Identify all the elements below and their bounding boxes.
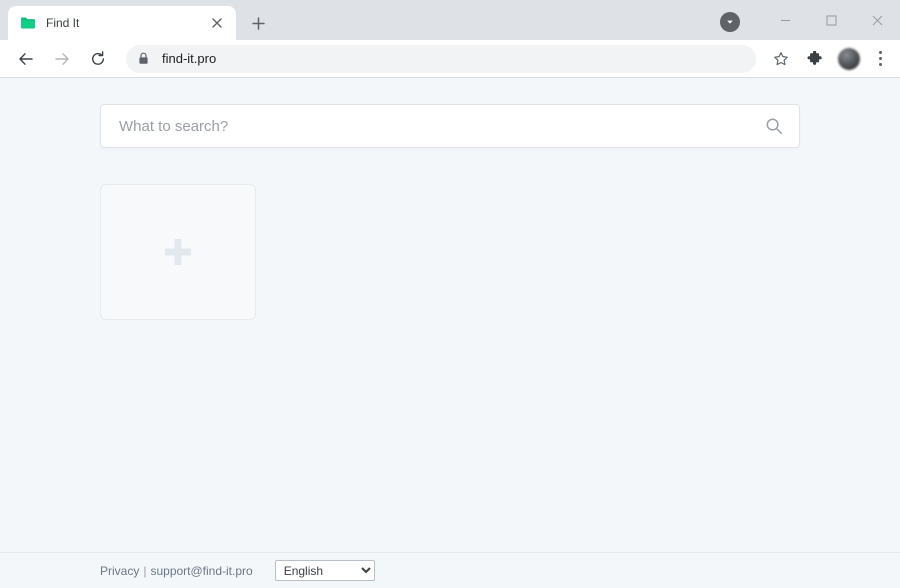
star-icon[interactable] [767,45,795,73]
footer-links: Privacy | support@find-it.pro [100,564,253,578]
three-dot-menu-icon[interactable] [868,45,892,73]
tab-strip: Find It [0,0,900,40]
browser-toolbar: find-it.pro [0,40,900,78]
language-select[interactable]: English [274,560,375,581]
page-footer: Privacy | support@find-it.pro English [0,552,900,588]
window-controls [720,0,900,40]
page-inner [0,78,900,320]
new-tab-button[interactable] [244,9,272,37]
tab-title: Find It [46,16,80,30]
reload-arrow-icon[interactable] [84,45,112,73]
search-input[interactable] [119,117,763,135]
tab-close-icon[interactable] [208,14,226,32]
download-chevron-icon[interactable] [720,12,740,32]
footer-separator: | [143,563,147,578]
forward-arrow-icon[interactable] [48,45,76,73]
privacy-link[interactable]: Privacy [100,564,139,578]
padlock-icon [138,52,152,65]
back-arrow-icon[interactable] [12,45,40,73]
address-bar[interactable]: find-it.pro [126,44,756,73]
window-minimize-button[interactable] [762,4,808,36]
add-shortcut-tile[interactable] [100,184,256,320]
support-email-link[interactable]: support@find-it.pro [150,564,252,578]
window-maximize-button[interactable] [808,4,854,36]
address-bar-url: find-it.pro [162,51,217,66]
search-icon[interactable] [763,115,785,137]
shortcut-tiles [100,184,900,320]
search-box[interactable] [100,104,800,148]
puzzle-piece-icon[interactable] [801,45,829,73]
folder-icon [20,15,36,31]
page-content: Privacy |support@find-it.pro English [0,78,900,588]
browser-window: Find It find-it.pro What to search? Priv… [0,0,900,588]
plus-icon [165,239,191,265]
avatar[interactable] [838,47,860,70]
browser-tab[interactable]: Find It [8,6,236,40]
window-close-button[interactable] [854,4,900,36]
